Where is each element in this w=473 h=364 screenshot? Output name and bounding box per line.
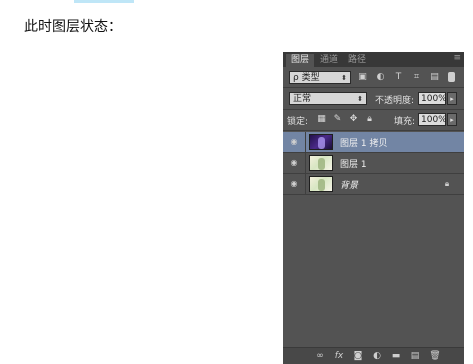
chevron-updown-icon: ⬍ xyxy=(341,74,347,82)
layer-thumbnail xyxy=(309,155,333,171)
layer-row[interactable]: ◉ 背景 🔒︎ xyxy=(283,174,464,195)
divider xyxy=(305,153,306,173)
lock-icon[interactable]: 🔒︎ xyxy=(442,178,452,190)
divider xyxy=(305,132,306,152)
divider xyxy=(283,130,464,131)
chevron-updown-icon: ⬍ xyxy=(357,95,363,103)
smart-object-filter-icon[interactable]: ▤ xyxy=(429,71,440,83)
opacity-label: 不透明度: xyxy=(375,96,415,106)
divider xyxy=(305,174,306,194)
new-group-icon[interactable]: ▬ xyxy=(390,350,402,362)
panel-tab-bar: 图层 通道 路径 ≡ xyxy=(283,52,464,67)
lock-position-icon[interactable]: ✥ xyxy=(348,113,359,125)
eye-icon[interactable]: ◉ xyxy=(289,158,299,168)
eye-icon[interactable]: ◉ xyxy=(289,179,299,189)
layer-name: 图层 1 拷贝 xyxy=(340,139,388,149)
layer-row[interactable]: ◉ 图层 1 xyxy=(283,153,464,174)
adjustment-layer-icon[interactable]: ◐ xyxy=(371,350,383,362)
panel-bottom-toolbar: ∞ fx ◙ ◐ ▬ ▤ 🗑︎ xyxy=(283,347,464,364)
adjustment-filter-icon[interactable]: ◐ xyxy=(375,71,386,83)
fill-input[interactable]: 100% xyxy=(418,113,447,126)
top-accent-bar xyxy=(74,0,134,3)
filter-type-label: ρ 类型 xyxy=(293,73,320,83)
layer-row[interactable]: ◉ 图层 1 拷贝 xyxy=(283,132,464,153)
text-filter-icon[interactable]: T xyxy=(393,71,404,83)
new-layer-icon[interactable]: ▤ xyxy=(409,350,421,362)
blend-mode-dropdown[interactable]: 正常 ⬍ xyxy=(289,92,367,105)
link-layers-icon[interactable]: ∞ xyxy=(314,350,326,362)
delete-layer-icon[interactable]: 🗑︎ xyxy=(429,350,441,362)
lock-label: 锁定: xyxy=(287,117,309,127)
panel-menu-icon[interactable]: ≡ xyxy=(453,53,461,63)
layer-name: 背景 xyxy=(340,181,359,191)
filter-type-dropdown[interactable]: ρ 类型 ⬍ xyxy=(289,71,351,84)
lock-transparent-icon[interactable]: ▦ xyxy=(316,113,327,125)
tab-layers[interactable]: 图层 xyxy=(286,54,314,67)
image-filter-icon[interactable]: ▣ xyxy=(357,71,368,83)
opacity-slider-button[interactable]: ▸ xyxy=(447,92,457,105)
add-mask-icon[interactable]: ◙ xyxy=(352,350,364,362)
shape-filter-icon[interactable]: ⌗ xyxy=(411,71,422,83)
layer-thumbnail xyxy=(309,134,333,150)
eye-icon[interactable]: ◉ xyxy=(289,137,299,147)
filter-toggle-switch[interactable] xyxy=(448,72,455,82)
divider xyxy=(283,87,464,88)
lock-all-icon[interactable]: 🔒︎ xyxy=(364,113,375,125)
layer-thumbnail xyxy=(309,176,333,192)
layer-list: ◉ 图层 1 拷贝 ◉ 图层 1 ◉ 背景 🔒︎ xyxy=(283,132,464,195)
blend-mode-value: 正常 xyxy=(293,94,312,104)
fill-slider-button[interactable]: ▸ xyxy=(447,113,457,126)
tab-channels[interactable]: 通道 xyxy=(316,54,342,67)
layer-name: 图层 1 xyxy=(340,160,367,170)
layers-panel: 图层 通道 路径 ≡ ρ 类型 ⬍ ▣ ◐ T ⌗ ▤ 正常 ⬍ 不透明度: 1… xyxy=(283,52,464,364)
tab-paths[interactable]: 路径 xyxy=(344,54,370,67)
divider xyxy=(283,109,464,110)
fill-label: 填充: xyxy=(394,117,416,127)
caption-text: 此时图层状态： xyxy=(24,19,122,35)
lock-image-icon[interactable]: ✎ xyxy=(332,113,343,125)
fx-icon[interactable]: fx xyxy=(333,350,345,362)
opacity-input[interactable]: 100% xyxy=(418,92,447,105)
